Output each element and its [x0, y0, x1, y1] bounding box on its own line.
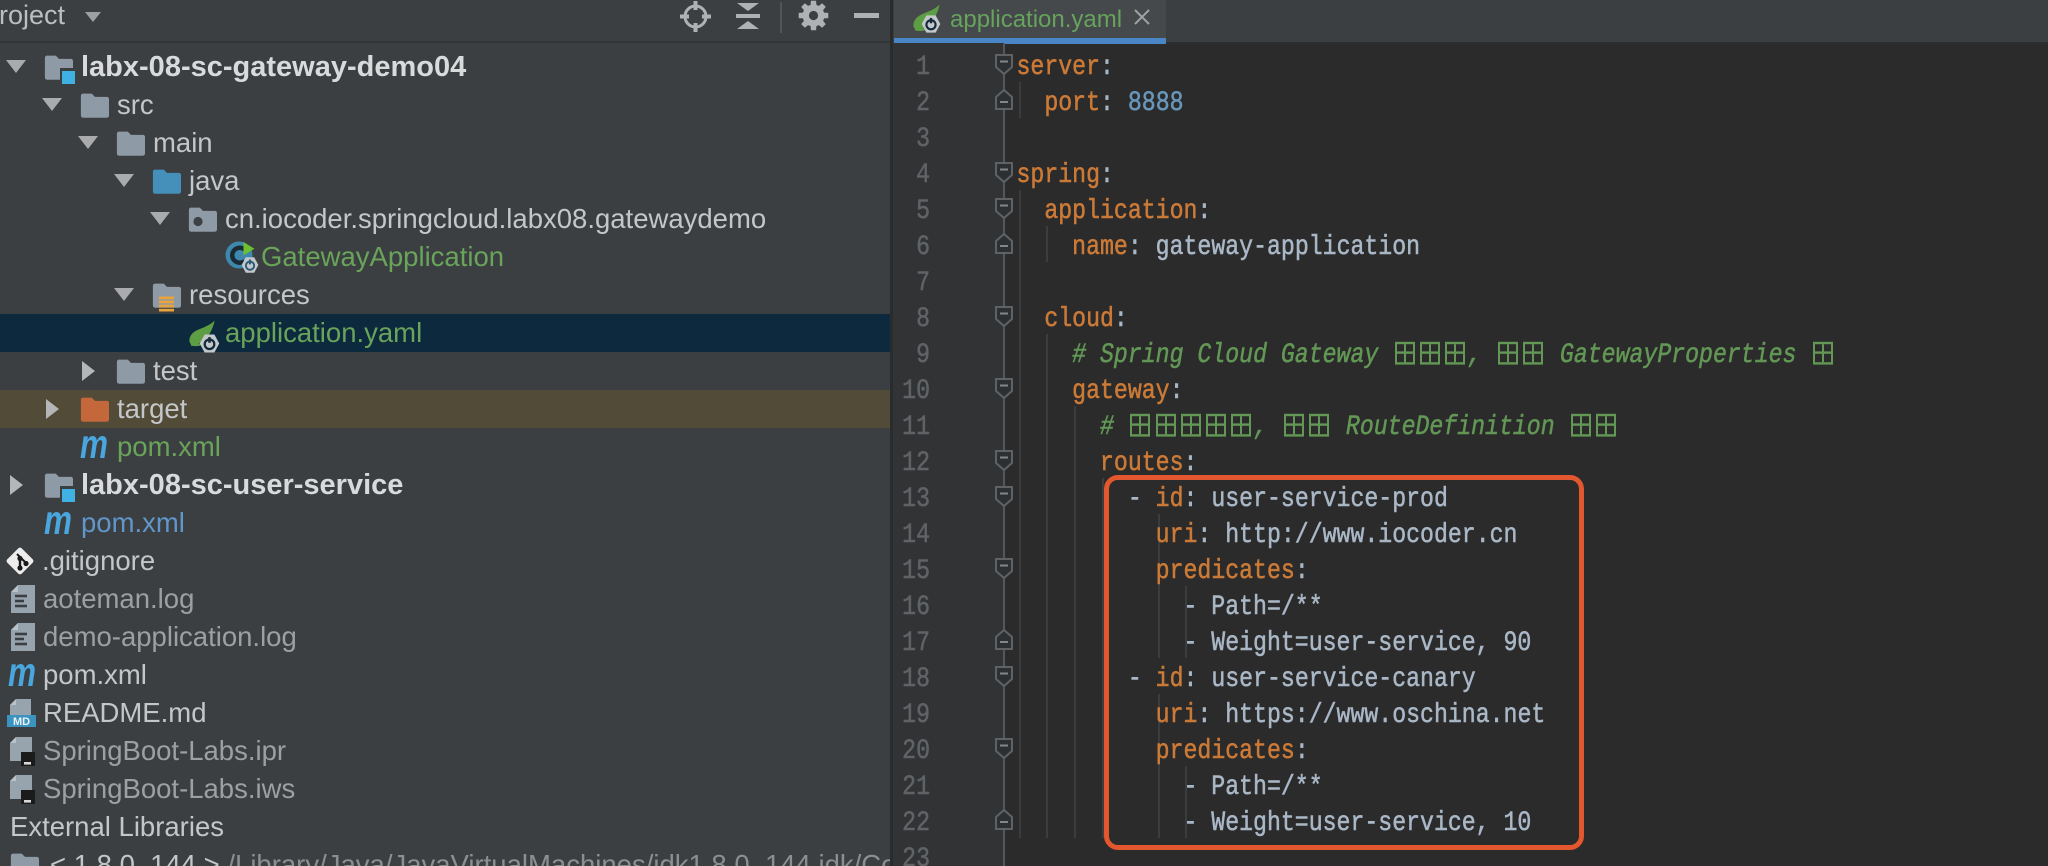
- svg-text:m: m: [80, 432, 108, 465]
- svg-text:m: m: [8, 660, 36, 693]
- svg-text:MD: MD: [13, 716, 30, 728]
- svg-text:m: m: [44, 508, 72, 541]
